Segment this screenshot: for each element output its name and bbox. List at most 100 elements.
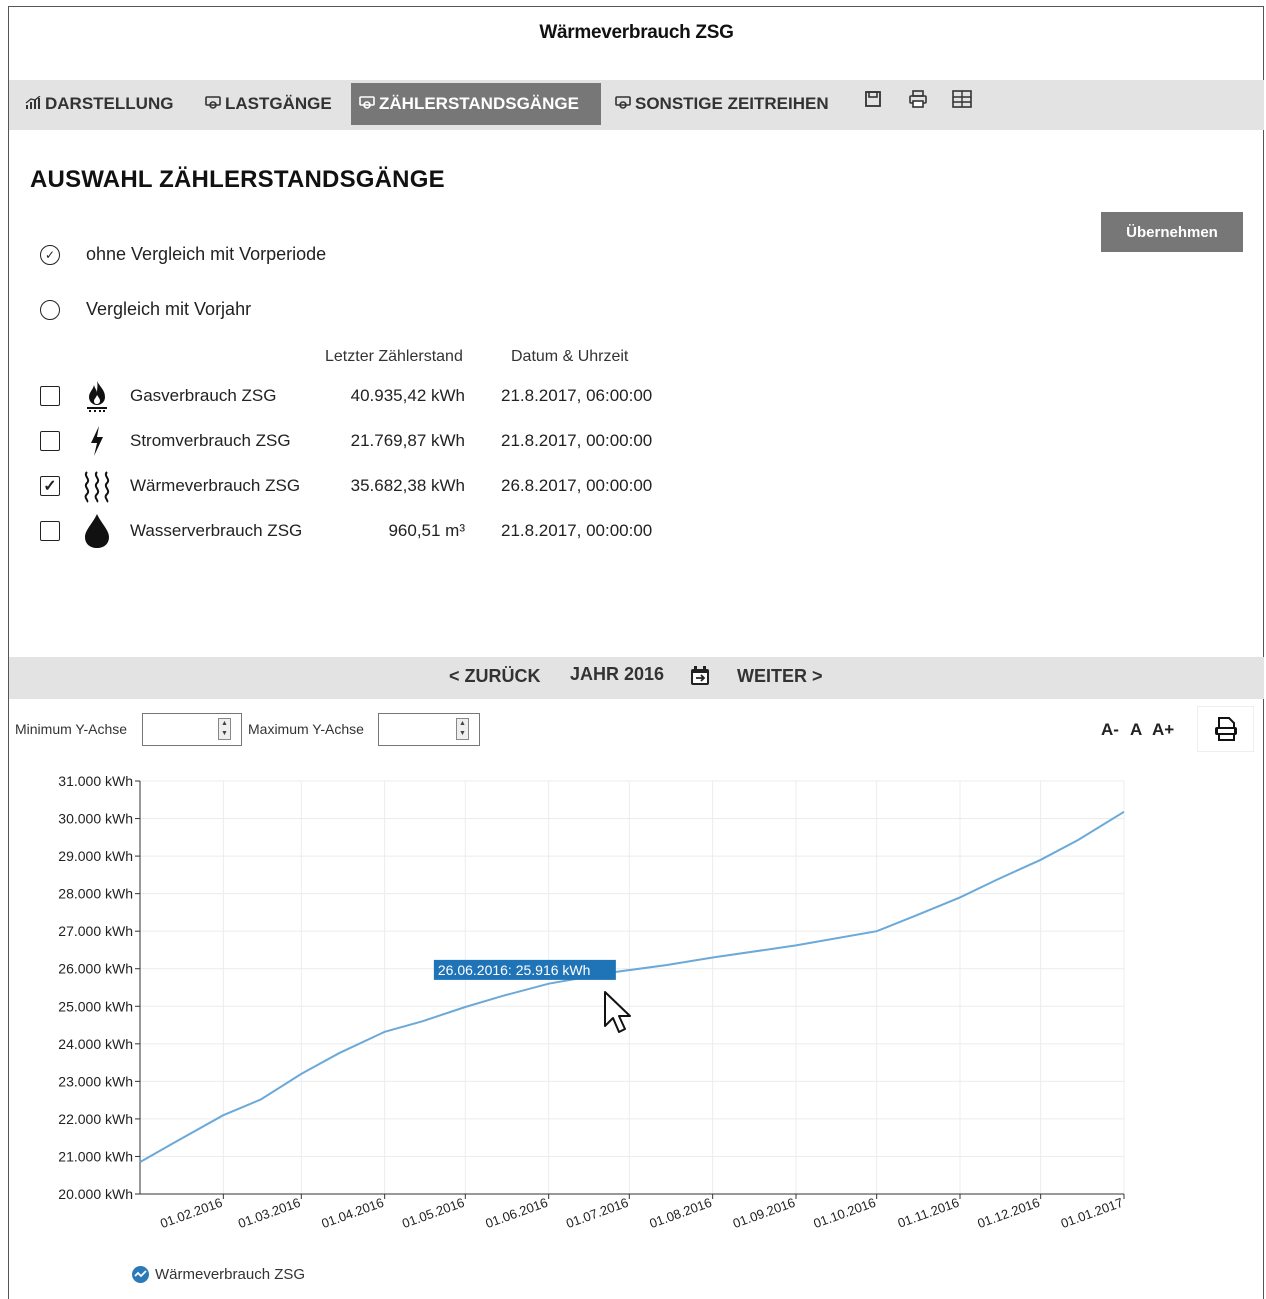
tab-darstellung[interactable]: DARSTELLUNG [17,83,181,125]
meter-date: 21.8.2017, 06:00:00 [501,386,653,405]
meter-date: 21.8.2017, 00:00:00 [501,521,653,540]
meter-row-power: Stromverbrauch ZSG 21.769,87 kWh 21.8.20… [40,423,740,459]
meter-checkbox[interactable] [40,521,60,541]
option-label: ohne Vergleich mit Vorperiode [86,244,327,264]
column-header-datetime: Datum & Uhrzeit [511,348,629,365]
calendar-icon[interactable] [689,665,711,692]
chart-icon [25,94,41,113]
back-button[interactable]: < ZURÜCK [449,666,541,687]
y-tick-label: 29.000 kWh [58,848,133,864]
stepper-icon[interactable]: ▲ ▼ [218,718,231,740]
series-line[interactable] [139,810,1125,1163]
radio-empty-icon[interactable] [40,299,60,320]
chart-legend[interactable]: Wärmeverbrauch ZSG [132,1266,305,1283]
mouse-pointer-icon [602,990,642,1045]
option-previous-year[interactable]: Vergleich mit Vorjahr [40,299,251,320]
y-tick-label: 31.000 kWh [58,773,133,789]
meter-row-gas: Gasverbrauch ZSG 40.935,42 kWh 21.8.2017… [40,378,740,414]
x-axis: 01.02.2016 01.03.2016 01.04.2016 01.05.2016… [140,1193,1125,1231]
x-tick-label: 01.11.2016 [896,1195,961,1231]
window-title: Wärmeverbrauch ZSG [539,22,734,43]
tooltip: 26.06.2016: 25.916 kWh [433,959,616,980]
meter-name: Stromverbrauch ZSG [130,431,291,450]
tab-label: SONSTIGE ZEITREIHEN [635,94,829,113]
water-drop-icon [80,513,114,549]
y-tick-label: 30.000 kWh [58,811,133,827]
x-tick-label: 01.10.2016 [811,1195,877,1231]
consumption-chart: 20.000 kWh 21.000 kWh 22.000 kWh 23.000 kWh… [58,773,1125,1231]
tab-zaehlerstandsgaenge[interactable]: ZÄHLERSTANDSGÄNGE [351,83,601,125]
option-no-comparison[interactable]: ✓ ohne Vergleich mit Vorperiode [40,244,326,265]
x-tick-label: 01.09.2016 [731,1195,797,1231]
meter-checkbox[interactable] [40,431,60,451]
y-tick-label: 21.000 kWh [58,1148,133,1164]
tab-sonstige-zeitreihen[interactable]: SONSTIGE ZEITREIHEN [607,83,837,125]
tab-label: ZÄHLERSTANDSGÄNGE [379,94,579,113]
meter-row-water: Wasserverbrauch ZSG 960,51 m³ 21.8.2017,… [40,513,740,549]
table-icon[interactable] [952,90,972,113]
x-tick-label: 01.04.2016 [319,1195,385,1231]
x-tick-label: 01.02.2016 [158,1195,224,1231]
legend-label: Wärmeverbrauch ZSG [155,1266,306,1283]
radio-checked-icon[interactable]: ✓ [40,244,60,265]
period-label: JAHR 2016 [570,664,665,684]
y-tick-label: 25.000 kWh [58,998,133,1014]
font-increase-button[interactable]: A+ [1152,720,1174,740]
tab-label: LASTGÄNGE [225,94,332,113]
back-label: ZURÜCK [464,666,541,686]
x-tick-label: 01.03.2016 [236,1195,302,1231]
y-tick-label: 23.000 kWh [58,1073,133,1089]
meter-value: 21.769,87 kWh [350,431,465,450]
min-y-input[interactable]: ▲ ▼ [142,713,242,746]
y-axis: 20.000 kWh 21.000 kWh 22.000 kWh 23.000 kWh… [58,773,141,1202]
grid-lines [140,780,1125,1195]
tooltip-text: 26.06.2016: 25.916 kWh [438,962,591,978]
chevron-left-icon: < [449,666,465,686]
stepper-icon[interactable]: ▲ ▼ [456,718,469,740]
font-decrease-button[interactable]: A- [1101,720,1119,740]
x-tick-label: 01.01.2017 [1059,1195,1125,1231]
x-tick-label: 01.07.2016 [564,1195,630,1231]
meter-icon [359,95,375,113]
save-icon[interactable] [864,90,882,113]
meter-value: 960,51 m³ [388,521,465,540]
period-navigation: < ZURÜCK JAHR 2016 WEITER > [9,657,1264,699]
chevron-right-icon: > [807,666,823,686]
forward-button[interactable]: WEITER > [737,666,823,687]
legend-line-icon [132,1266,149,1283]
meter-date: 26.8.2017, 00:00:00 [501,476,653,495]
y-tick-label: 28.000 kWh [58,886,133,902]
meter-name: Wärmeverbrauch ZSG [130,476,301,495]
tab-label: DARSTELLUNG [45,94,174,113]
meter-checkbox[interactable]: ✓ [40,476,60,496]
y-tick-label: 22.000 kWh [58,1111,133,1127]
apply-button[interactable]: Übernehmen [1101,212,1243,252]
option-label: Vergleich mit Vorjahr [86,299,252,319]
min-y-label: Minimum Y-Achse [15,721,128,737]
y-tick-label: 24.000 kWh [58,1036,133,1052]
meter-name: Wasserverbrauch ZSG [130,521,303,540]
font-reset-button[interactable]: A [1130,720,1142,740]
y-tick-label: 26.000 kWh [58,961,133,977]
column-header-last-reading: Letzter Zählerstand [325,348,463,365]
lightning-icon [80,423,114,459]
meter-checkbox[interactable] [40,386,60,406]
main-toolbar: DARSTELLUNG LASTGÄNGE ZÄHLERSTANDSGÄNGE … [9,80,1264,130]
x-tick-label: 01.12.2016 [975,1195,1041,1231]
tab-lastgaenge[interactable]: LASTGÄNGE [197,83,340,125]
heat-waves-icon [80,468,114,504]
x-tick-label: 01.06.2016 [483,1195,549,1231]
forward-label: WEITER [737,666,807,686]
meter-value: 35.682,38 kWh [350,476,465,495]
meter-icon [615,95,631,113]
print-icon[interactable] [908,90,928,113]
max-y-label: Maximum Y-Achse [248,721,364,737]
x-tick-label: 01.05.2016 [400,1195,466,1231]
pdf-export-icon[interactable] [1197,706,1254,752]
max-y-input[interactable]: ▲ ▼ [378,713,480,746]
meter-icon [205,95,221,113]
y-tick-label: 20.000 kWh [58,1186,133,1202]
meter-date: 21.8.2017, 00:00:00 [501,431,653,450]
y-tick-label: 27.000 kWh [58,923,133,939]
meter-name: Gasverbrauch ZSG [130,386,277,405]
